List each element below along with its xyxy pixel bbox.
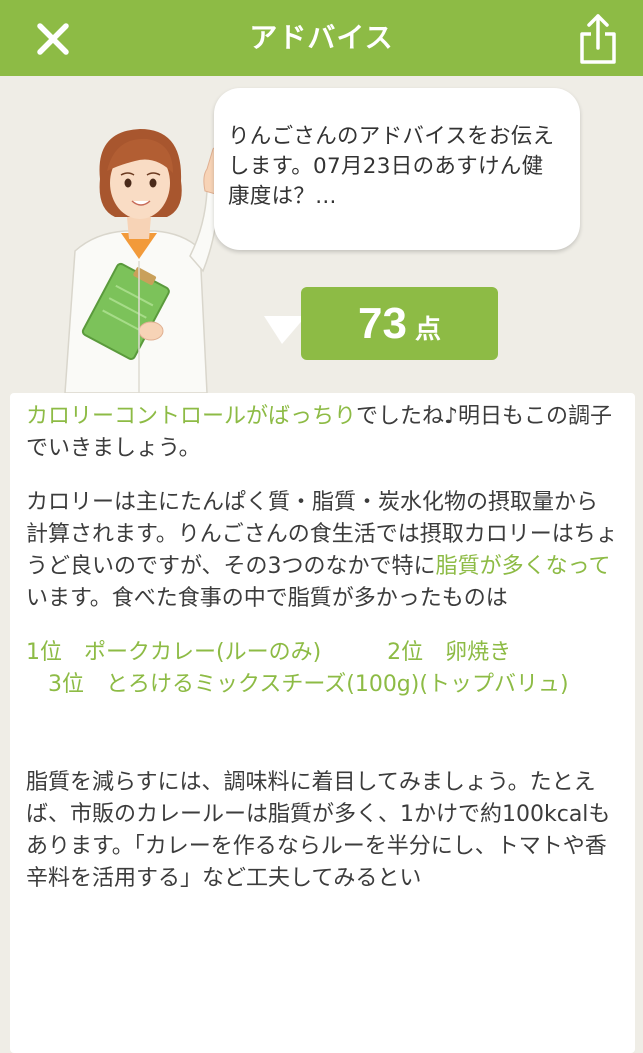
health-score-badge: 73 点 (301, 287, 498, 360)
paragraph-text: います。食べた食事の中で脂質が多かったものは (26, 586, 508, 611)
advice-paragraph-3: 脂質を減らすには、調味料に着目してみましょう。たとえば、市販のカレールーは脂質が… (26, 770, 611, 891)
advice-content-card: カロリーコントロールがばっちりでしたね♪明日もこの調子でいきましょう。 カロリー… (10, 393, 635, 1053)
advice-paragraph-2: カロリーは主にたんぱく質・脂質・炭水化物の摂取量から計算されます。りんごさんの食… (26, 487, 619, 615)
share-icon (580, 14, 616, 64)
speech-bubble: りんごさんのアドバイスをお伝えします。07月23日のあすけん健康度は？... (214, 88, 580, 250)
fat-ranking-line-1: 1位 ポークカレー(ルーのみ) 2位 卵焼き (26, 640, 512, 665)
share-button[interactable] (570, 10, 626, 68)
advice-intro-text: りんごさんのアドバイスをお伝えします。07月23日のあすけん健康度は？... (228, 124, 555, 209)
health-score-unit: 点 (414, 315, 441, 345)
dietitian-illustration (64, 129, 222, 393)
advice-paragraph-1: カロリーコントロールがばっちりでしたね♪明日もこの調子でいきましょう。 (26, 401, 619, 465)
health-score-value: 73 (358, 299, 407, 348)
top-bar: アドバイス (0, 0, 643, 76)
fat-ranking-line-2: 3位 とろけるミックスチーズ(100g)(トップバリュ) (26, 672, 569, 697)
highlight-text: カロリーコントロールがばっちり (26, 404, 357, 429)
highlight-text: 脂質が多くなって (435, 554, 611, 579)
page-title: アドバイス (249, 21, 394, 54)
